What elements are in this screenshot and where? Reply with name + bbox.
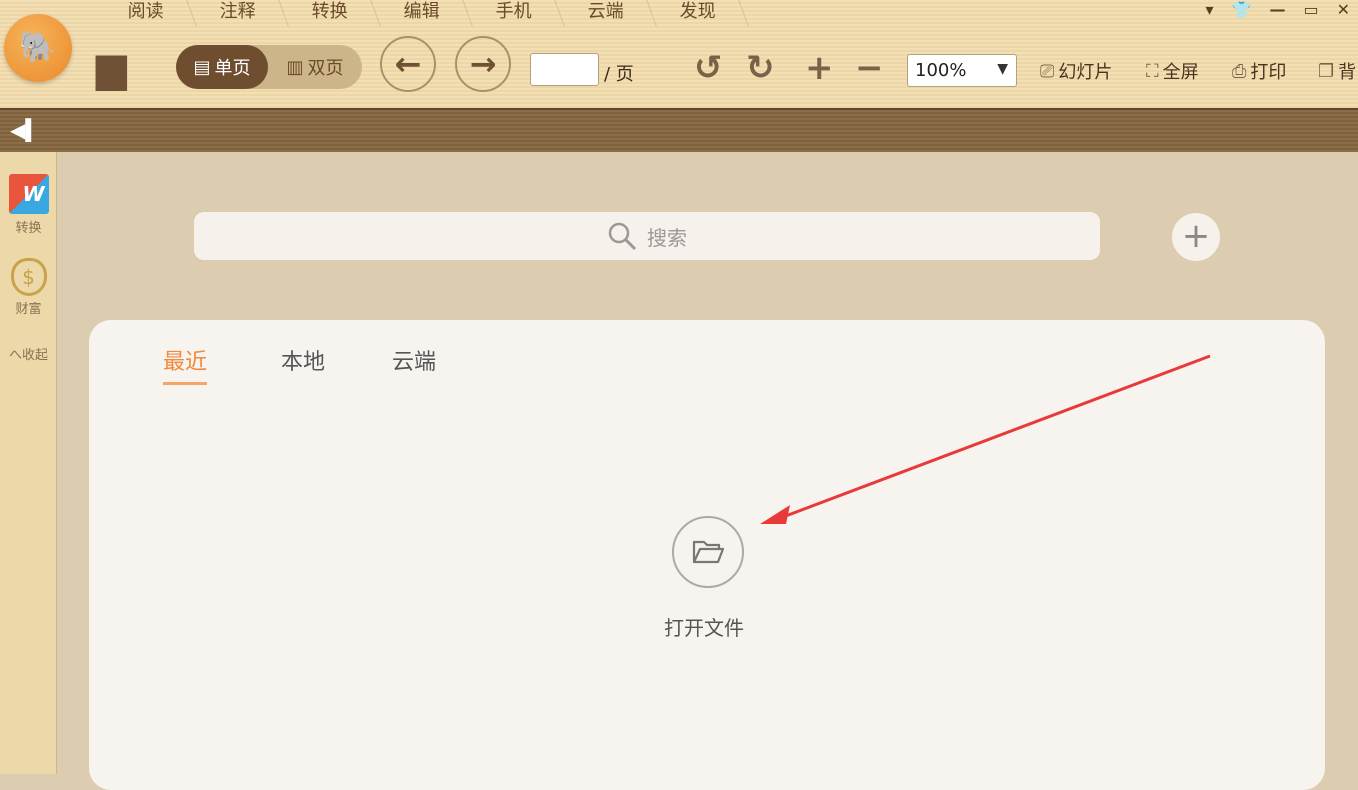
annotation-arrow xyxy=(760,354,1211,524)
